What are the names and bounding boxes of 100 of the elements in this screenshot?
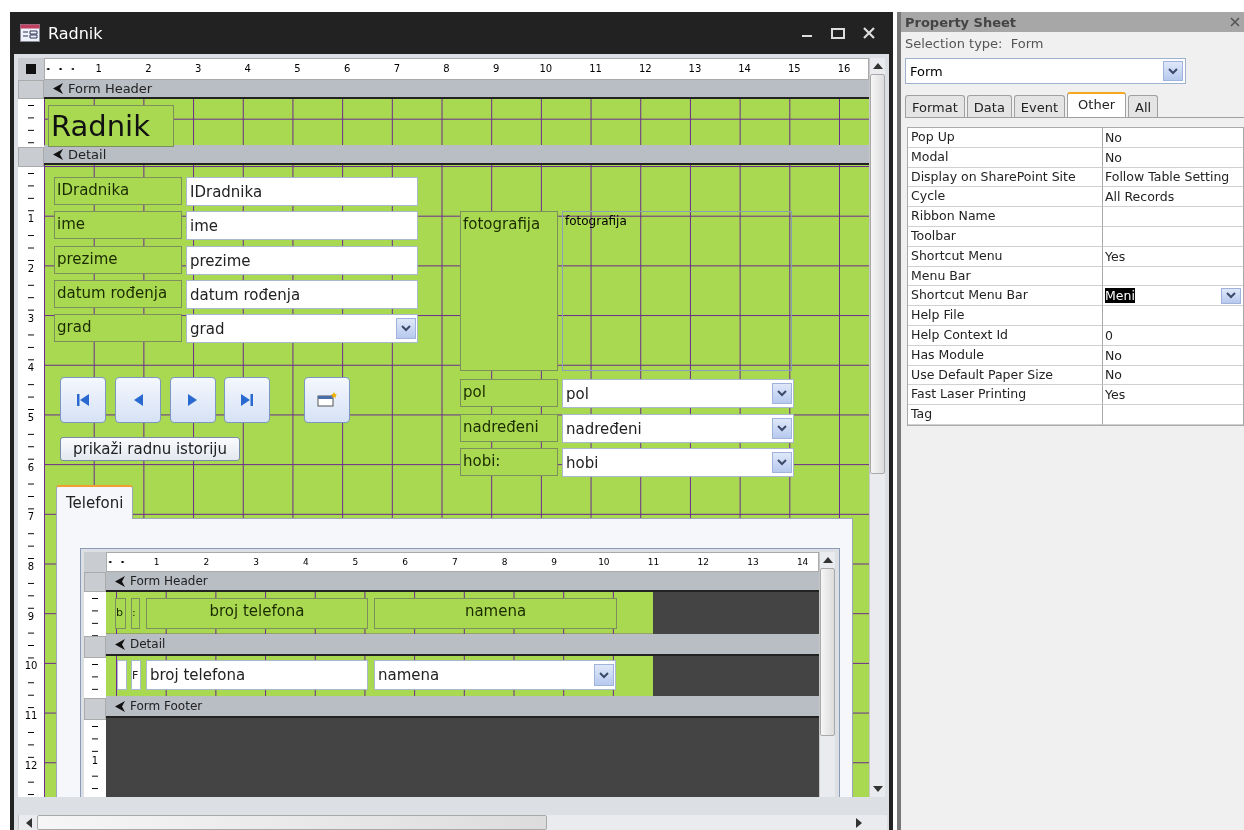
property-value[interactable]: 0	[1103, 325, 1243, 346]
scroll-up-icon[interactable]	[821, 556, 834, 564]
navigation-button[interactable]	[60, 377, 106, 423]
section-bar[interactable]: Detail	[106, 634, 819, 656]
ruler-number: 1	[27, 212, 35, 226]
section-arrow-icon	[114, 700, 126, 712]
navigation-button[interactable]	[304, 377, 350, 423]
next-record-icon	[188, 393, 198, 407]
property-name: Menu Bar	[908, 266, 1103, 287]
property-value[interactable]: Meni	[1103, 286, 1243, 307]
previous-record-icon	[133, 393, 143, 407]
property-value[interactable]: No	[1103, 128, 1243, 148]
ruler-number: 8	[421, 64, 472, 74]
property-tab[interactable]: Data	[966, 95, 1012, 117]
navigation-button[interactable]	[170, 377, 216, 423]
property-tab[interactable]: Event	[1013, 95, 1066, 117]
section-label: Detail	[68, 146, 107, 162]
section-bar[interactable]: Detail	[44, 145, 869, 165]
property-value[interactable]: All Records	[1103, 187, 1243, 208]
text-box[interactable]: prezime	[186, 246, 418, 275]
property-tab[interactable]: All	[1128, 95, 1159, 117]
ruler-number: 1	[91, 753, 99, 767]
form-title-label: Radnik	[48, 105, 174, 147]
property-name: Use Default Paper Size	[908, 365, 1103, 386]
section-label: Form Header	[130, 574, 208, 588]
scroll-down-icon[interactable]	[871, 785, 884, 793]
combo-box[interactable]: grad	[186, 314, 418, 343]
navigation-button[interactable]	[224, 377, 270, 423]
section-selector[interactable]	[18, 147, 44, 167]
text-box[interactable]	[117, 660, 127, 690]
scroll-thumb[interactable]	[820, 568, 835, 736]
text-box[interactable]: ime	[186, 211, 418, 240]
ruler-number: 5	[27, 410, 35, 424]
ruler-number: 16	[819, 64, 868, 74]
property-name: Cycle	[908, 187, 1103, 208]
tab[interactable]: Telefoni	[56, 485, 134, 519]
property-value[interactable]: Follow Table Setting	[1103, 167, 1243, 188]
navigation-button[interactable]	[115, 377, 161, 423]
scroll-right-icon[interactable]	[855, 816, 863, 829]
section-bar[interactable]: Form Footer	[106, 696, 819, 718]
property-tab[interactable]: Other	[1067, 92, 1127, 117]
property-name: Pop Up	[908, 128, 1103, 148]
section-selector[interactable]	[18, 80, 44, 99]
combo-box[interactable]: namena	[374, 660, 616, 690]
vertical-scrollbar[interactable]	[819, 552, 835, 797]
ruler-number: 12	[24, 758, 38, 772]
combo-box[interactable]: hobi	[562, 448, 794, 477]
ruler-number: 1	[73, 64, 124, 74]
section-selector[interactable]	[84, 698, 106, 720]
ruler-number: 2	[27, 261, 35, 275]
section-selector[interactable]	[84, 636, 106, 658]
property-value[interactable]: No	[1103, 345, 1243, 366]
property-name: Modal	[908, 147, 1103, 168]
maximize-icon[interactable]	[831, 27, 845, 39]
combo-box[interactable]: pol	[562, 379, 794, 408]
ruler-number: 12	[620, 64, 671, 74]
field-label: nadređeni	[460, 414, 558, 442]
section-selector[interactable]	[84, 572, 106, 592]
horizontal-scrollbar[interactable]	[18, 815, 887, 830]
field-label: fotografija	[460, 211, 558, 371]
section-bar[interactable]: Form Header	[44, 80, 869, 99]
field-label: prezime	[54, 246, 182, 274]
property-name: Shortcut Menu	[908, 246, 1103, 267]
vertical-ruler	[84, 658, 106, 698]
text-box[interactable]: broj telefona	[146, 660, 368, 690]
text-box[interactable]: F	[131, 660, 141, 690]
ruler-number: 9	[27, 609, 35, 623]
property-value[interactable]: No	[1103, 147, 1243, 168]
text-box[interactable]: IDradnika	[186, 177, 418, 206]
scroll-thumb[interactable]	[37, 815, 547, 830]
ruler-number: 5	[272, 64, 323, 74]
ruler-number: 15	[769, 64, 820, 74]
section-arrow-icon	[114, 638, 126, 650]
vertical-ruler	[18, 99, 44, 147]
ruler-number: 4	[27, 361, 35, 375]
panel-title: Property Sheet	[905, 14, 1017, 30]
section-label: Detail	[130, 637, 166, 651]
text-box[interactable]: datum rođenja	[186, 280, 418, 309]
combo-box[interactable]: nadređeni	[562, 414, 794, 443]
form-icon	[20, 24, 40, 42]
field-label: hobi:	[460, 448, 558, 476]
history-button[interactable]: prikaži radnu istoriju	[60, 437, 240, 461]
scroll-left-icon[interactable]	[25, 816, 33, 829]
column-label: namena	[374, 598, 617, 629]
first-record-icon	[76, 393, 90, 407]
section-bar[interactable]: Form Header	[106, 572, 819, 592]
property-name: Help Context Id	[908, 325, 1103, 346]
section-arrow-icon	[114, 575, 126, 587]
property-value[interactable]: Yes	[1103, 246, 1243, 267]
ruler-number: 2	[123, 64, 174, 74]
scroll-thumb[interactable]	[870, 74, 885, 474]
property-value[interactable]: No	[1103, 365, 1243, 386]
image-frame[interactable]: fotografija	[562, 211, 792, 371]
object-combo-box[interactable]: Form	[905, 58, 1186, 84]
property-tab[interactable]: Format	[905, 95, 965, 117]
property-name: Ribbon Name	[908, 207, 1103, 227]
scroll-up-icon[interactable]	[871, 62, 884, 70]
section-label: Form Footer	[130, 699, 203, 713]
property-value[interactable]: Yes	[1103, 385, 1243, 406]
vertical-scrollbar[interactable]	[869, 58, 885, 797]
